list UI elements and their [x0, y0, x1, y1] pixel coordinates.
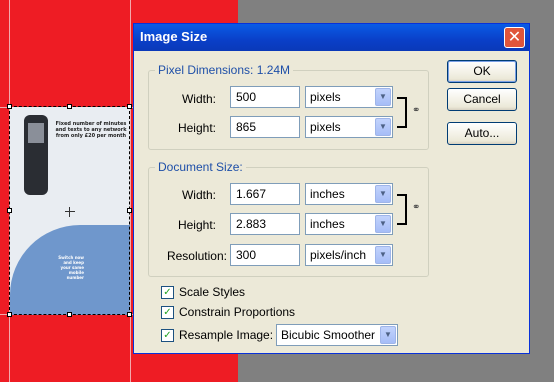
constrain-proportions-label: Constrain Proportions [179, 305, 296, 319]
resample-method-select[interactable]: Bicubic Smoother ▼ [276, 324, 398, 346]
transform-handle[interactable] [7, 208, 12, 213]
pixel-width-unit-select[interactable]: pixels ▼ [305, 86, 393, 108]
resolution-input[interactable]: 300 [230, 244, 300, 266]
resolution-unit-value: pixels/inch [310, 248, 367, 262]
selection-marquee[interactable] [9, 106, 130, 315]
pixel-height-unit-select[interactable]: pixels ▼ [305, 116, 393, 138]
doc-width-unit-select[interactable]: inches ▼ [305, 183, 393, 205]
transform-handle[interactable] [67, 312, 72, 317]
chevron-down-icon[interactable]: ▼ [375, 185, 391, 203]
chevron-down-icon[interactable]: ▼ [375, 246, 391, 264]
pixel-width-label: Width: [181, 92, 216, 106]
transform-handle[interactable] [127, 208, 132, 213]
ok-button[interactable]: OK [447, 60, 517, 83]
guide-line [130, 0, 131, 382]
pixel-width-unit-value: pixels [310, 90, 341, 104]
chain-link-icon: ⚭ [412, 202, 421, 213]
resample-image-label: Resample Image: [179, 328, 274, 342]
scale-styles-checkbox[interactable]: ✓ [161, 286, 174, 299]
chevron-down-icon[interactable]: ▼ [375, 215, 391, 233]
pixel-width-input[interactable]: 500 [230, 86, 300, 108]
close-icon: ✕ [507, 27, 522, 46]
resolution-unit-select[interactable]: pixels/inch ▼ [305, 244, 393, 266]
doc-height-unit-select[interactable]: inches ▼ [305, 213, 393, 235]
doc-link-bracket [397, 194, 407, 225]
dialog-title: Image Size [140, 29, 208, 44]
pixel-height-unit-value: pixels [310, 120, 341, 134]
doc-width-unit-value: inches [310, 187, 345, 201]
transform-handle[interactable] [7, 104, 12, 109]
document-size-heading: Document Size: [155, 160, 246, 174]
chevron-down-icon[interactable]: ▼ [375, 118, 391, 136]
chain-link-icon: ⚭ [412, 105, 421, 116]
doc-height-label: Height: [177, 218, 216, 232]
doc-width-label: Width: [181, 188, 216, 202]
doc-width-input[interactable]: 1.667 [230, 183, 300, 205]
auto-button[interactable]: Auto... [447, 122, 517, 145]
transform-handle[interactable] [67, 104, 72, 109]
resolution-label: Resolution: [166, 249, 227, 263]
constrain-proportions-checkbox[interactable]: ✓ [161, 306, 174, 319]
resample-image-checkbox[interactable]: ✓ [161, 329, 174, 342]
transform-handle[interactable] [7, 312, 12, 317]
chevron-down-icon[interactable]: ▼ [380, 326, 396, 344]
transform-handle[interactable] [127, 104, 132, 109]
doc-height-unit-value: inches [310, 217, 345, 231]
chevron-down-icon[interactable]: ▼ [375, 88, 391, 106]
pixel-height-label: Height: [177, 121, 216, 135]
doc-height-input[interactable]: 2.883 [230, 213, 300, 235]
pixel-link-bracket [397, 97, 407, 128]
pixel-dimensions-group: Pixel Dimensions: 1.24M [148, 63, 429, 150]
scale-styles-label: Scale Styles [179, 285, 246, 299]
image-size-dialog: Image Size ✕ Pixel Dimensions: 1.24M Wid… [133, 23, 530, 354]
cancel-button[interactable]: Cancel [447, 88, 517, 111]
pixel-dimensions-heading: Pixel Dimensions: 1.24M [155, 63, 294, 77]
transform-handle[interactable] [127, 312, 132, 317]
resample-method-value: Bicubic Smoother [281, 328, 376, 342]
title-bar[interactable]: Image Size ✕ [134, 24, 529, 51]
close-button[interactable]: ✕ [504, 27, 525, 48]
pixel-height-input[interactable]: 865 [230, 116, 300, 138]
